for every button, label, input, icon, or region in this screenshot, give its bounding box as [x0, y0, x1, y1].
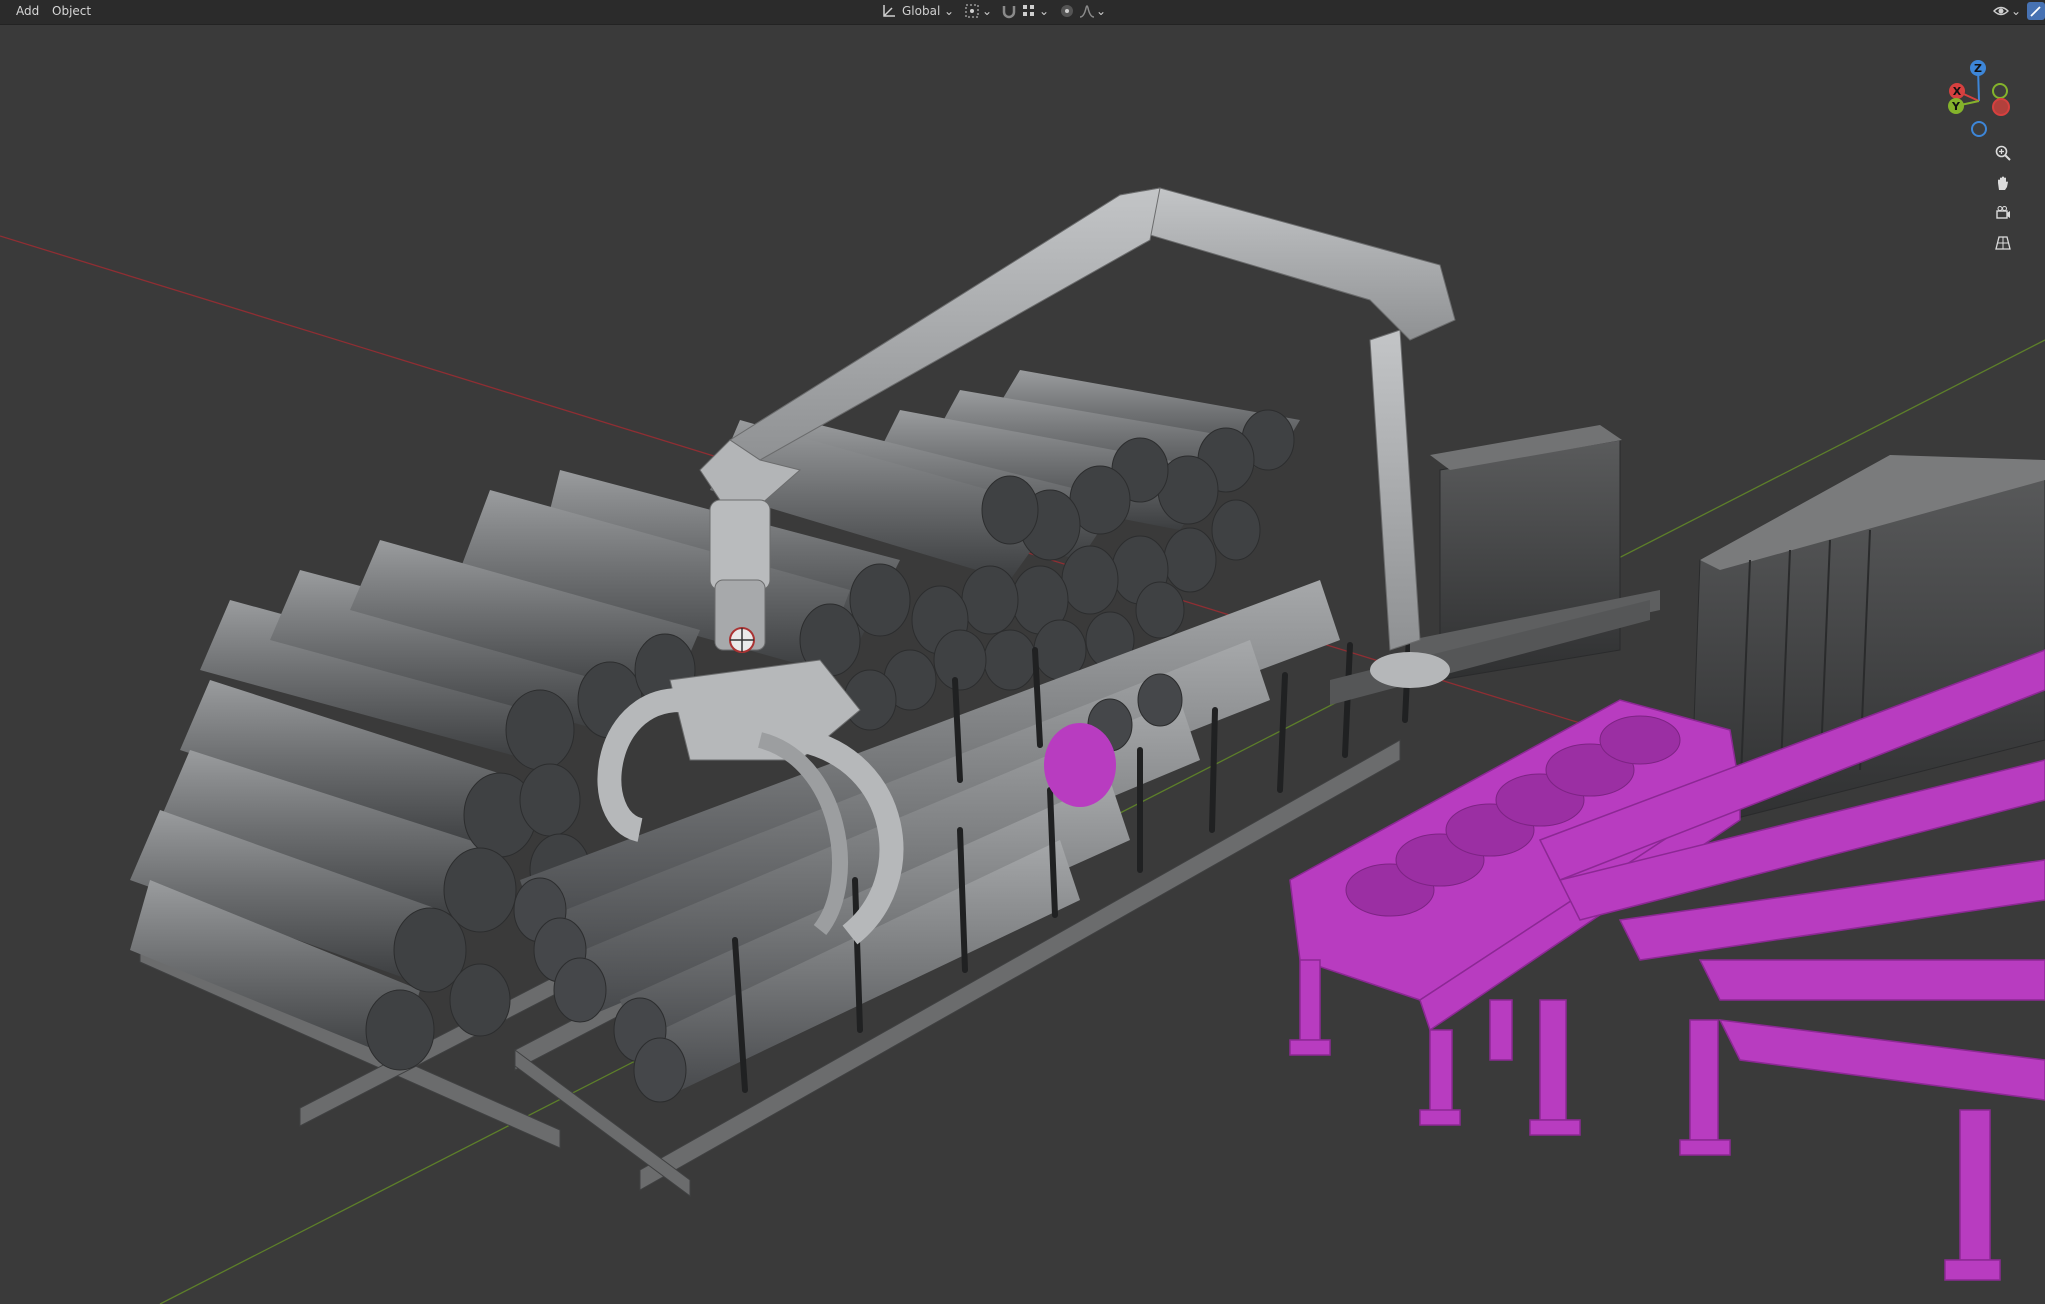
orthographic-grid-icon: [1995, 236, 2011, 250]
pivot-point-icon[interactable]: [963, 2, 981, 20]
transform-orientation-select[interactable]: Global: [902, 2, 940, 20]
orthographic-toggle-button[interactable]: [1990, 230, 2016, 256]
navigation-gizmo[interactable]: Z X Y: [1934, 56, 2024, 146]
zoom-icon: [1995, 145, 2011, 161]
menu-object[interactable]: Object: [46, 2, 97, 20]
3d-viewport[interactable]: Add Object Global ⌄ ⌄ ⌄ ⌄ ⌄ Z X Y: [0, 0, 2045, 1304]
proportional-editing-icon[interactable]: [1058, 2, 1076, 20]
gizmo-toggle-icon[interactable]: [2027, 2, 2045, 20]
gizmo-x-label: X: [1953, 85, 1962, 98]
viewport-header: Add Object Global ⌄ ⌄ ⌄ ⌄ ⌄: [0, 0, 2045, 25]
visibility-chevron-icon[interactable]: ⌄: [2011, 2, 2021, 20]
menu-add[interactable]: Add: [10, 2, 45, 20]
snap-chevron-icon[interactable]: ⌄: [1039, 2, 1049, 20]
transform-orientation-icon: [880, 2, 898, 20]
eye-visibility-icon[interactable]: [1992, 2, 2010, 20]
snap-increment-icon[interactable]: [1020, 2, 1038, 20]
pan-button[interactable]: [1990, 170, 2016, 196]
gizmo-y-label: Y: [1951, 100, 1961, 113]
gizmo-neg-y-handle[interactable]: [1992, 83, 2008, 99]
gizmo-neg-x-handle[interactable]: [1992, 98, 2010, 116]
gizmo-z-label: Z: [1974, 62, 1982, 75]
camera-view-button[interactable]: [1990, 200, 2016, 226]
hand-pan-icon: [1998, 176, 2008, 190]
snap-magnet-icon[interactable]: [1000, 2, 1018, 20]
pivot-chevron-icon[interactable]: ⌄: [982, 2, 992, 20]
gizmo-neg-z-handle[interactable]: [1971, 121, 1987, 137]
crane-column[interactable]: [1369, 329, 1450, 688]
zoom-button[interactable]: [1990, 140, 2016, 166]
camera-view-icon: [1996, 206, 2010, 219]
scene-render[interactable]: [0, 0, 2045, 1304]
falloff-chevron-icon[interactable]: ⌄: [1096, 2, 1106, 20]
falloff-curve-icon[interactable]: [1078, 2, 1096, 20]
selected-log-end[interactable]: [1044, 723, 1116, 807]
chevron-down-icon[interactable]: ⌄: [944, 2, 954, 20]
